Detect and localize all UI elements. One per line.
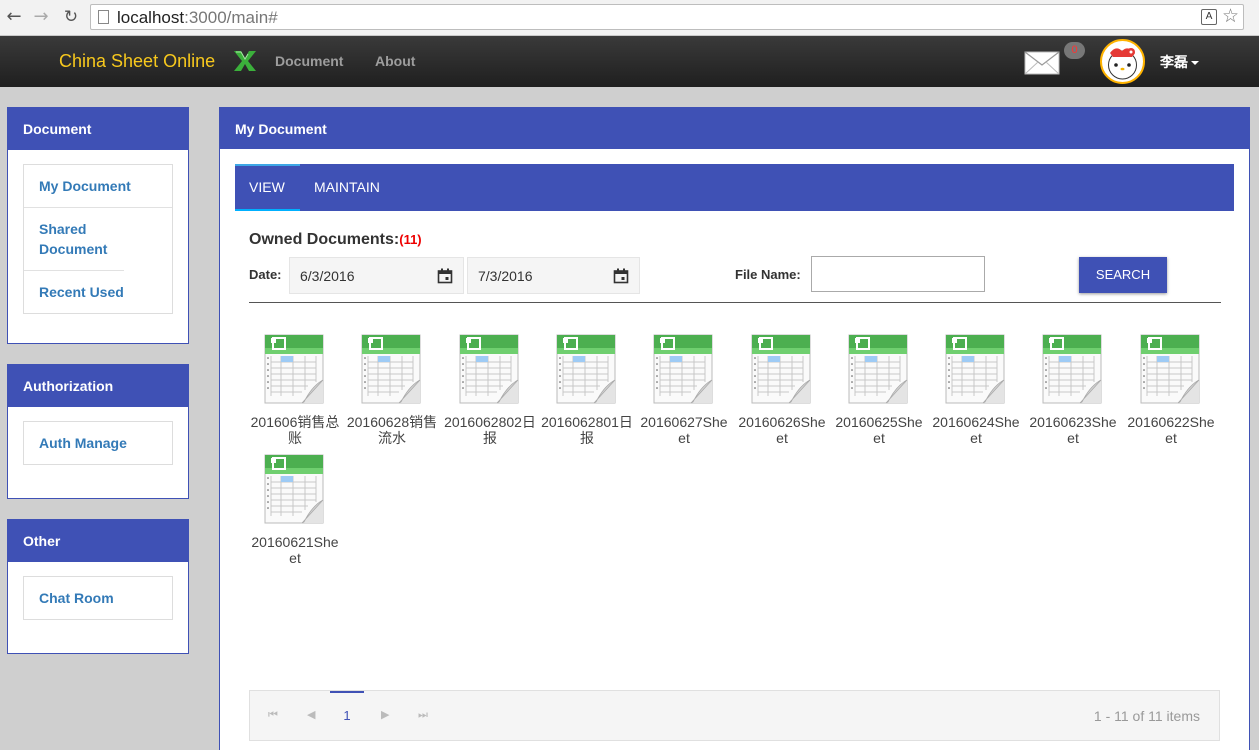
back-arrow-icon[interactable]: ← [3, 6, 25, 28]
spreadsheet-file-icon [264, 334, 324, 404]
document-item[interactable]: 20160626Sheet [736, 334, 828, 446]
excel-logo-icon [234, 51, 256, 71]
browser-toolbar: ← → ↻ localhost:3000/main# A ☆ [0, 0, 1259, 36]
owned-documents-heading: Owned Documents:(11) [249, 231, 422, 248]
document-name: 201606销售总账 [250, 414, 340, 446]
spreadsheet-file-icon [264, 454, 324, 524]
sidebar-other-panel: Other Chat Room [7, 519, 189, 654]
document-name: 2016062801日报 [541, 414, 633, 446]
spreadsheet-file-icon [1140, 334, 1200, 404]
spreadsheet-file-icon [653, 334, 713, 404]
page-icon [98, 10, 109, 24]
document-name: 20160621Sheet [251, 534, 339, 566]
spreadsheet-file-icon [459, 334, 519, 404]
sidebar-other-title: Other [8, 520, 188, 562]
sidebar-document-list: My Document Shared Document Recent Used [23, 164, 173, 314]
document-name: 20160628销售流水 [346, 414, 438, 446]
sidebar-item-shared-document[interactable]: Shared Document [24, 208, 124, 271]
document-name: 20160625Sheet [835, 414, 923, 446]
caret-down-icon [1191, 61, 1199, 66]
my-document-panel: My Document VIEW MAINTAIN Owned Document… [219, 107, 1250, 750]
pager-info: 1 - 11 of 11 items [1093, 708, 1200, 724]
brand-title[interactable]: China Sheet Online [59, 51, 215, 72]
page-title: My Document [220, 108, 1249, 149]
first-page-icon[interactable]: ⏮ [268, 708, 278, 722]
file-name-input[interactable] [811, 256, 985, 292]
sidebar-document-panel: Document My Document Shared Document Rec… [7, 107, 189, 344]
mail-badge: 0 [1064, 42, 1085, 59]
date-from-input[interactable]: 6/3/2016 [289, 257, 464, 294]
nav-about[interactable]: About [375, 53, 415, 69]
forward-arrow-icon[interactable]: → [30, 6, 52, 28]
calendar-icon[interactable] [437, 268, 453, 284]
date-label: Date: [249, 267, 282, 282]
calendar-icon[interactable] [613, 268, 629, 284]
document-name: 20160627Sheet [640, 414, 728, 446]
prev-page-icon[interactable]: ◀ [307, 708, 315, 721]
sidebar-authorization-list: Auth Manage [23, 421, 173, 465]
search-button[interactable]: SEARCH [1079, 257, 1167, 293]
translate-icon[interactable]: A [1201, 9, 1217, 25]
sidebar-document-title: Document [8, 108, 188, 150]
document-item[interactable]: 20160621Sheet [249, 454, 341, 566]
page-number[interactable]: 1 [330, 691, 364, 741]
mail-icon[interactable] [1024, 51, 1060, 75]
tab-maintain[interactable]: MAINTAIN [300, 164, 394, 211]
sidebar-item-my-document[interactable]: My Document [24, 165, 172, 208]
nav-document[interactable]: Document [275, 53, 343, 69]
reload-icon[interactable]: ↻ [60, 6, 82, 28]
owned-count: (11) [399, 232, 422, 247]
document-item[interactable]: 20160623Sheet [1027, 334, 1119, 446]
document-name: 20160622Sheet [1127, 414, 1215, 446]
spreadsheet-file-icon [361, 334, 421, 404]
spreadsheet-file-icon [556, 334, 616, 404]
sidebar-other-list: Chat Room [23, 576, 173, 620]
document-name: 20160626Sheet [738, 414, 826, 446]
document-item[interactable]: 20160622Sheet [1125, 334, 1217, 446]
url-text: localhost:3000/main# [117, 8, 278, 27]
date-to-input[interactable]: 7/3/2016 [467, 257, 640, 294]
address-bar[interactable]: localhost:3000/main# A ☆ [90, 4, 1244, 30]
document-name: 20160624Sheet [932, 414, 1020, 446]
sidebar-item-recent-used[interactable]: Recent Used [24, 271, 172, 313]
document-name: 2016062802日报 [444, 414, 536, 446]
document-item[interactable]: 20160625Sheet [833, 334, 925, 446]
next-page-icon[interactable]: ▶ [381, 708, 389, 721]
document-item[interactable]: 20160628销售流水 [346, 334, 438, 446]
document-item[interactable]: 201606销售总账 [249, 334, 341, 446]
file-name-label: File Name: [735, 267, 801, 282]
tab-bar: VIEW MAINTAIN [235, 164, 1234, 211]
spreadsheet-file-icon [945, 334, 1005, 404]
document-item[interactable]: 2016062802日报 [444, 334, 536, 446]
last-page-icon[interactable]: ⏭ [418, 708, 428, 722]
document-item[interactable]: 20160624Sheet [930, 334, 1022, 446]
avatar[interactable] [1100, 39, 1145, 84]
bookmark-star-icon[interactable]: ☆ [1222, 5, 1239, 27]
spreadsheet-file-icon [848, 334, 908, 404]
document-item[interactable]: 2016062801日报 [541, 334, 633, 446]
divider [249, 302, 1221, 303]
top-navbar: China Sheet Online Document About 0 李磊 [0, 36, 1259, 87]
document-item[interactable]: 20160627Sheet [638, 334, 730, 446]
document-name: 20160623Sheet [1029, 414, 1117, 446]
user-menu[interactable]: 李磊 [1160, 52, 1199, 72]
sidebar-item-auth-manage[interactable]: Auth Manage [24, 422, 172, 464]
sidebar-authorization-panel: Authorization Auth Manage [7, 364, 189, 499]
spreadsheet-file-icon [751, 334, 811, 404]
pager: ⏮ ◀ 1 ▶ ⏭ 1 - 11 of 11 items [249, 690, 1220, 741]
tab-view[interactable]: VIEW [235, 164, 300, 211]
sidebar-authorization-title: Authorization [8, 365, 188, 407]
sidebar-item-chat-room[interactable]: Chat Room [24, 577, 172, 619]
spreadsheet-file-icon [1042, 334, 1102, 404]
